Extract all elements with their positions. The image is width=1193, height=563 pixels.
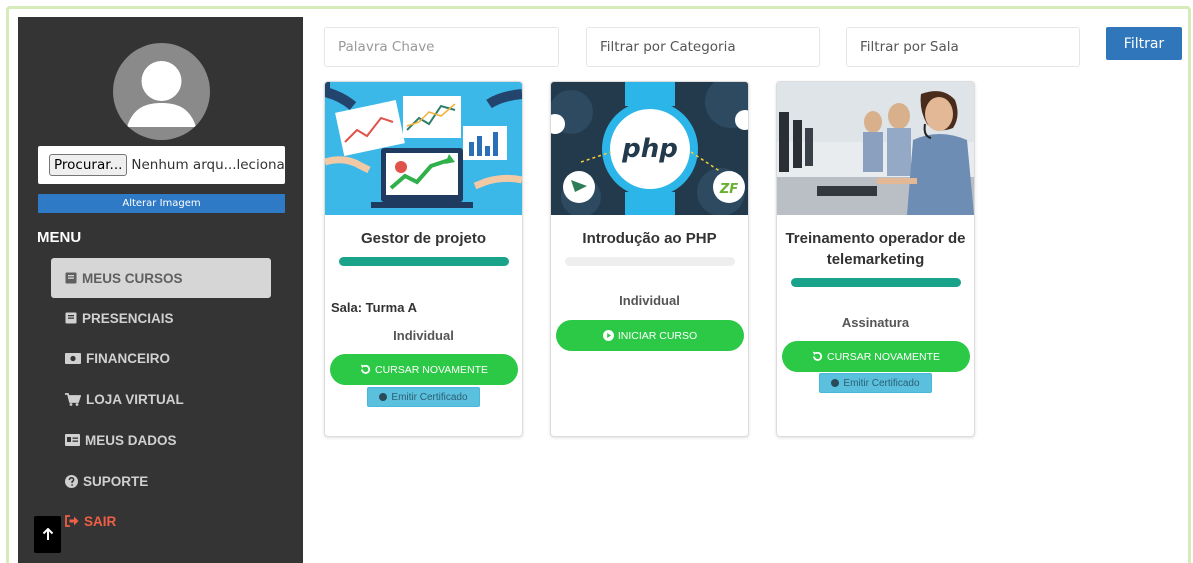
- id-card-icon: [65, 434, 80, 446]
- sidebar-item-label: MEUS DADOS: [85, 432, 177, 448]
- play-icon: [602, 330, 614, 341]
- filter-button[interactable]: Filtrar: [1106, 27, 1182, 60]
- file-input[interactable]: Procurar... Nenhum arqu...lecionado.: [38, 146, 285, 184]
- course-thumbnail: [777, 82, 974, 215]
- sidebar-item-label: LOJA VIRTUAL: [86, 391, 184, 407]
- sidebar-item-label: FINANCEIRO: [86, 350, 170, 366]
- sidebar-item-financeiro[interactable]: FINANCEIRO: [51, 338, 271, 378]
- start-course-label: INICIAR CURSO: [617, 329, 698, 342]
- progress-bar: [339, 257, 509, 266]
- sign-out-icon: [65, 515, 79, 527]
- project-management-image: [325, 82, 522, 215]
- course-card[interactable]: Treinamento operador de telemarketing As…: [776, 81, 975, 437]
- sidebar-item-meus-dados[interactable]: MEUS DADOS: [51, 420, 271, 460]
- telemarketing-image: [777, 82, 974, 215]
- book-icon: [65, 312, 77, 324]
- start-course-button[interactable]: INICIAR CURSO: [556, 320, 744, 351]
- certificate-label: Emitir Certificado: [391, 391, 468, 403]
- progress-fill: [339, 257, 509, 266]
- undo-icon: [360, 364, 371, 374]
- php-image: php ZF: [551, 82, 748, 215]
- course-card[interactable]: Gestor de projeto Sala: Turma A Individu…: [324, 81, 523, 437]
- circle-icon: [831, 379, 840, 387]
- sidebar-item-sair[interactable]: SAIR: [51, 501, 271, 541]
- category-filter-input[interactable]: [586, 27, 820, 67]
- retake-course-label: CURSAR NOVAMENTE: [375, 363, 488, 376]
- certificate-button[interactable]: Emitir Certificado: [367, 387, 480, 407]
- course-title: Gestor de projeto: [360, 230, 487, 247]
- avatar: [113, 43, 210, 140]
- user-icon: [127, 61, 196, 127]
- php-logo-text: php: [621, 134, 678, 164]
- sidebar: Procurar... Nenhum arqu...lecionado. Alt…: [18, 17, 303, 563]
- certificate-button[interactable]: Emitir Certificado: [819, 373, 932, 393]
- retake-course-button[interactable]: CURSAR NOVAMENTE: [330, 354, 518, 385]
- course-card[interactable]: php ZF Introdução ao PHP Individual INIC…: [550, 81, 749, 437]
- progress-fill: [791, 278, 961, 287]
- certificate-label: Emitir Certificado: [843, 377, 920, 389]
- sidebar-item-label: SAIR: [84, 513, 117, 529]
- menu-title: MENU: [37, 229, 82, 246]
- money-icon: [65, 352, 81, 364]
- alter-image-button[interactable]: Alterar Imagem: [38, 194, 285, 213]
- progress-bar: [565, 257, 735, 266]
- svg-text:ZF: ZF: [719, 182, 738, 197]
- circle-icon: [379, 393, 388, 401]
- back-to-top-button[interactable]: [34, 516, 61, 553]
- arrow-up-icon: [42, 528, 53, 540]
- retake-course-button[interactable]: CURSAR NOVAMENTE: [782, 341, 970, 372]
- retake-course-label: CURSAR NOVAMENTE: [827, 350, 940, 363]
- course-type: Individual: [619, 293, 680, 308]
- sidebar-item-meus-cursos[interactable]: MEUS CURSOS: [51, 258, 271, 298]
- sidebar-item-loja-virtual[interactable]: LOJA VIRTUAL: [51, 379, 271, 419]
- course-title: Treinamento operador de telemarketing: [785, 230, 966, 268]
- browse-button[interactable]: Procurar...: [49, 154, 128, 176]
- sidebar-item-label: MEUS CURSOS: [82, 270, 183, 286]
- question-icon: [65, 474, 78, 488]
- sidebar-item-label: SUPORTE: [83, 473, 149, 489]
- room-label: Sala: Turma A: [331, 300, 417, 315]
- progress-bar: [791, 278, 961, 287]
- room-filter-input[interactable]: [846, 27, 1080, 67]
- course-type: Individual: [393, 328, 454, 343]
- course-thumbnail: php ZF: [551, 82, 748, 215]
- sidebar-item-label: PRESENCIAIS: [82, 310, 174, 326]
- course-thumbnail: [325, 82, 522, 215]
- keyword-input[interactable]: [324, 27, 559, 67]
- course-title: Introdução ao PHP: [582, 230, 717, 247]
- book-icon: [65, 272, 77, 284]
- cart-icon: [65, 392, 81, 406]
- undo-icon: [812, 351, 823, 361]
- file-name-label: Nenhum arqu...lecionado.: [131, 157, 285, 173]
- sidebar-item-presenciais[interactable]: PRESENCIAIS: [51, 298, 271, 338]
- sidebar-item-suporte[interactable]: SUPORTE: [51, 461, 271, 501]
- course-type: Assinatura: [841, 315, 910, 330]
